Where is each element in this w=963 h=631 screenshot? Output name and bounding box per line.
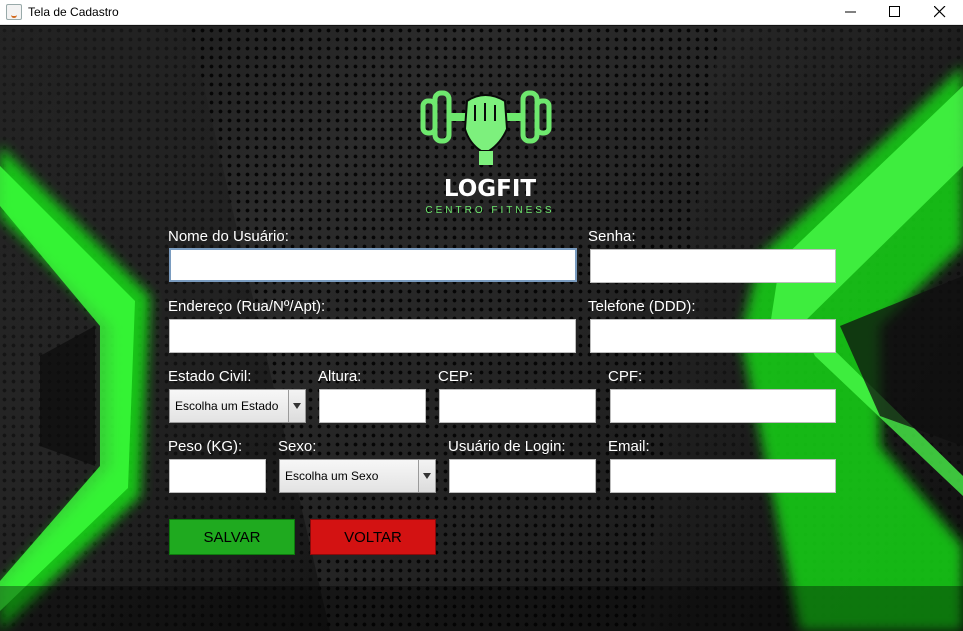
close-icon xyxy=(934,6,946,18)
nome-label: Nome do Usuário: xyxy=(168,228,289,245)
estado-civil-selected: Escolha um Estado xyxy=(175,399,279,413)
peso-field[interactable] xyxy=(169,459,266,493)
email-input[interactable] xyxy=(611,460,835,492)
estado-civil-dropdown[interactable]: Escolha um Estado xyxy=(169,389,306,423)
logfit-logo: LOGFIT CENTRO FITNESS xyxy=(405,81,575,216)
cpf-input[interactable] xyxy=(611,390,835,422)
senha-input[interactable] xyxy=(591,250,835,282)
senha-field[interactable] xyxy=(590,249,836,283)
telefone-input[interactable] xyxy=(591,320,835,352)
estado-civil-label: Estado Civil: xyxy=(168,368,252,385)
sexo-selected: Escolha um Sexo xyxy=(285,469,379,483)
peso-input[interactable] xyxy=(170,460,265,492)
peso-label: Peso (KG): xyxy=(168,438,243,455)
java-cup-icon xyxy=(6,4,22,20)
sexo-label: Sexo: xyxy=(278,438,317,455)
logo-wordmark: LOGFIT xyxy=(443,176,537,202)
nome-field[interactable] xyxy=(169,248,577,282)
usuario-login-field[interactable] xyxy=(449,459,596,493)
email-field[interactable] xyxy=(610,459,836,493)
usuario-login-input[interactable] xyxy=(450,460,595,492)
chevron-down-icon[interactable] xyxy=(418,460,435,492)
endereco-field[interactable] xyxy=(169,319,576,353)
chevron-down-icon[interactable] xyxy=(288,390,305,422)
cep-label: CEP: xyxy=(438,368,474,385)
close-button[interactable] xyxy=(917,0,963,25)
registration-window: LOGFIT CENTRO FITNESS Nome do Usuário: S… xyxy=(0,26,963,631)
maximize-button[interactable] xyxy=(872,0,918,25)
email-label: Email: xyxy=(608,438,650,455)
sexo-dropdown[interactable]: Escolha um Sexo xyxy=(279,459,436,493)
maximize-icon xyxy=(889,6,900,17)
altura-field[interactable] xyxy=(319,389,426,423)
minimize-button[interactable] xyxy=(828,0,874,25)
cep-input[interactable] xyxy=(440,390,595,422)
cpf-label: CPF: xyxy=(608,368,643,385)
usuario-login-label: Usuário de Login: xyxy=(448,438,566,455)
logo-tagline: CENTRO FITNESS xyxy=(425,205,555,216)
cep-field[interactable] xyxy=(439,389,596,423)
save-button[interactable]: SALVAR xyxy=(169,519,295,555)
dumbbell-fist-icon xyxy=(420,90,552,165)
title-bar: Tela de Cadastro xyxy=(0,0,963,25)
endereco-label: Endereço (Rua/Nº/Apt): xyxy=(168,298,326,315)
telefone-field[interactable] xyxy=(590,319,836,353)
senha-label: Senha: xyxy=(588,228,636,245)
minimize-icon xyxy=(845,11,856,13)
window-title: Tela de Cadastro xyxy=(28,5,119,19)
nome-input[interactable] xyxy=(171,250,575,280)
altura-label: Altura: xyxy=(318,368,362,385)
back-button[interactable]: VOLTAR xyxy=(310,519,436,555)
cpf-field[interactable] xyxy=(610,389,836,423)
altura-input[interactable] xyxy=(320,390,425,422)
telefone-label: Telefone (DDD): xyxy=(588,298,696,315)
endereco-input[interactable] xyxy=(170,320,575,352)
